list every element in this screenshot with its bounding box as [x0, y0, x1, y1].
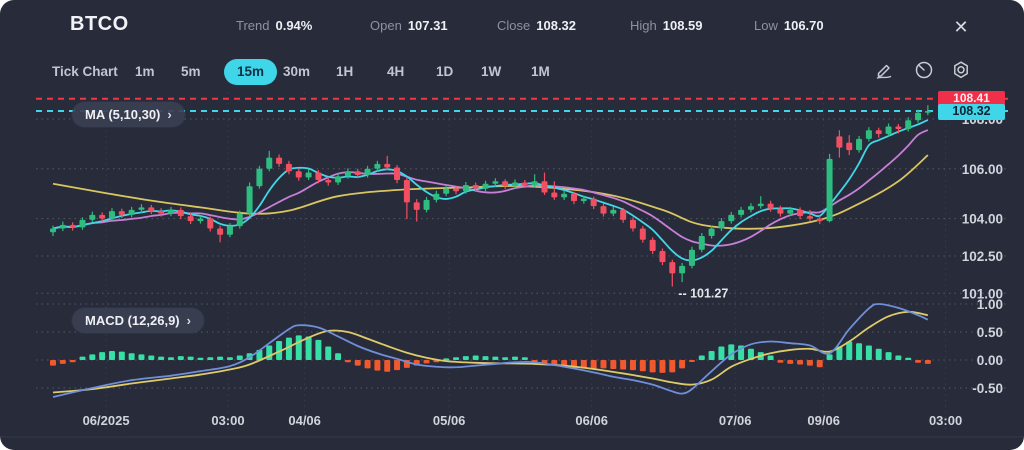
- low-price-annotation: -- 101.27: [678, 287, 728, 301]
- stat-close: Close108.32: [497, 18, 576, 33]
- candles: [50, 105, 931, 286]
- macd-indicator-label[interactable]: MACD (12,26,9)›: [72, 308, 204, 333]
- svg-text:05/06: 05/06: [433, 413, 466, 428]
- symbol-title: BTCO: [70, 13, 129, 36]
- indicator-lines: [36, 99, 1008, 397]
- tab-1m-month[interactable]: 1M: [531, 59, 550, 85]
- svg-text:03:00: 03:00: [211, 413, 244, 428]
- tab-4h[interactable]: 4H: [387, 59, 404, 85]
- svg-text:104.00: 104.00: [962, 212, 1003, 227]
- tab-5m[interactable]: 5m: [181, 59, 201, 85]
- stat-open: Open107.31: [370, 18, 448, 33]
- stat-trend-value: 0.94%: [275, 18, 312, 33]
- tab-1m[interactable]: 1m: [135, 59, 155, 85]
- axis-labels: 108.00106.00104.00102.50101.001.000.500.…: [0, 112, 1024, 437]
- stat-high: High108.59: [630, 18, 703, 33]
- chevron-right-icon: ›: [167, 107, 171, 122]
- macd-histogram: [50, 335, 931, 373]
- tab-30m[interactable]: 30m: [283, 59, 310, 85]
- gridlines: [36, 92, 1008, 432]
- svg-text:0.00: 0.00: [977, 353, 1003, 368]
- svg-text:-0.50: -0.50: [972, 381, 1003, 396]
- stat-low: Low106.70: [754, 18, 824, 33]
- tab-tick-chart[interactable]: Tick Chart: [52, 59, 118, 85]
- trading-chart-panel: 108.00106.00104.00102.50101.001.000.500.…: [0, 0, 1024, 450]
- svg-text:1.00: 1.00: [977, 297, 1003, 312]
- svg-text:09/06: 09/06: [807, 413, 840, 428]
- stat-close-value: 108.32: [536, 18, 576, 33]
- stat-high-value: 108.59: [663, 18, 703, 33]
- close-icon[interactable]: ✕: [948, 14, 974, 40]
- ma-indicator-label[interactable]: MA (5,10,30)›: [72, 102, 185, 127]
- svg-text:04/06: 04/06: [288, 413, 321, 428]
- settings-icon[interactable]: [951, 60, 971, 80]
- svg-text:07/06: 07/06: [719, 413, 752, 428]
- stat-trend: Trend0.94%: [236, 18, 312, 33]
- draw-icon[interactable]: [874, 60, 894, 80]
- stat-open-value: 107.31: [408, 18, 448, 33]
- tab-1h[interactable]: 1H: [336, 59, 353, 85]
- svg-text:03:00: 03:00: [929, 413, 962, 428]
- gauge-icon[interactable]: [914, 60, 934, 80]
- svg-text:102.50: 102.50: [962, 249, 1003, 264]
- svg-text:106.00: 106.00: [962, 162, 1003, 177]
- chevron-right-icon: ›: [187, 313, 191, 328]
- svg-text:06/2025: 06/2025: [83, 413, 130, 428]
- tab-15m[interactable]: 15m: [224, 59, 277, 85]
- last-price-badge: 108.32: [938, 104, 1005, 120]
- svg-text:0.50: 0.50: [977, 325, 1003, 340]
- stat-low-value: 106.70: [784, 18, 824, 33]
- tab-1w[interactable]: 1W: [481, 59, 501, 85]
- svg-text:06/06: 06/06: [575, 413, 608, 428]
- tab-1d[interactable]: 1D: [436, 59, 453, 85]
